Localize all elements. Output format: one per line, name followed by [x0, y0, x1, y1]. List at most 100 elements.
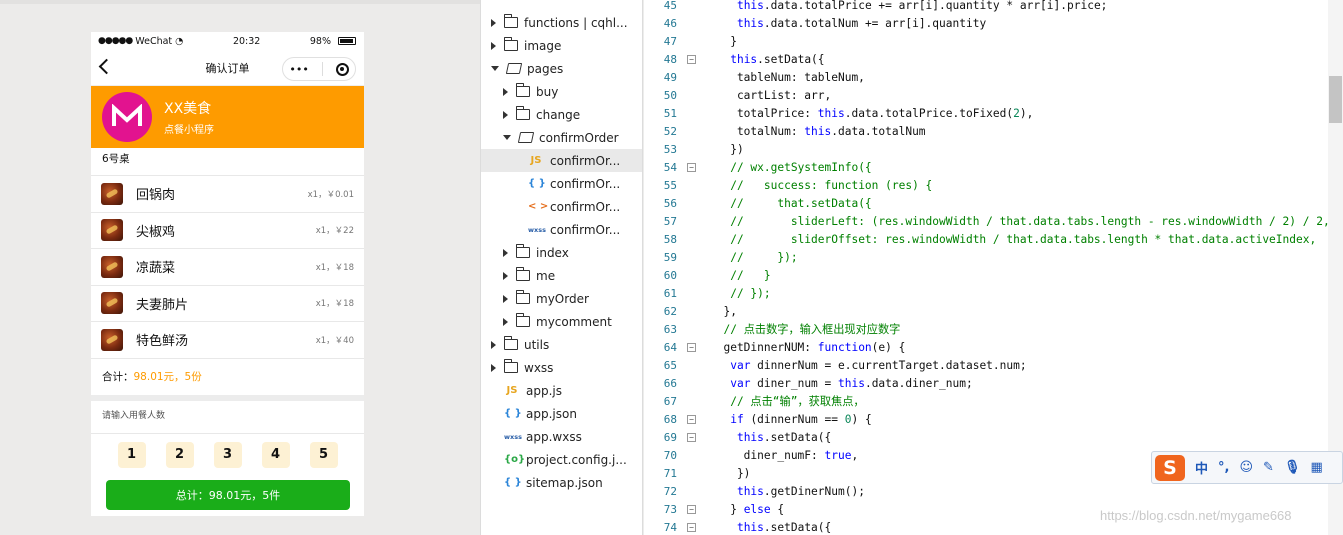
- tree-item[interactable]: functions | cqhl...: [481, 11, 642, 34]
- expand-caret-icon[interactable]: [503, 135, 511, 140]
- emoji-icon[interactable]: ☺: [1239, 460, 1253, 475]
- tree-item-label: pages: [527, 61, 564, 76]
- collapse-caret-icon[interactable]: [503, 317, 508, 326]
- fold-toggle-icon[interactable]: −: [687, 342, 696, 352]
- shop-subtitle: 点餐小程序: [164, 125, 214, 136]
- tree-item[interactable]: mycomment: [481, 310, 642, 333]
- tree-item-label: sitemap.json: [526, 475, 603, 490]
- code-line: 64− getDinnerNUM: function(e) {: [644, 338, 1343, 356]
- m-logo-icon: [112, 104, 142, 126]
- dish-row: 尖椒鸡 x1，￥22: [91, 213, 364, 249]
- tree-item[interactable]: JS confirmOr...: [481, 149, 642, 172]
- tree-item-label: app.js: [526, 383, 562, 398]
- tree-item[interactable]: image: [481, 34, 642, 57]
- collapse-caret-icon[interactable]: [491, 41, 496, 50]
- diner-count-input[interactable]: 请输入用餐人数: [91, 401, 364, 434]
- tree-item-label: app.wxss: [526, 429, 582, 444]
- tree-item[interactable]: wxss: [481, 356, 642, 379]
- code-line: 45 this.data.totalPrice += arr[i].quanti…: [644, 0, 1343, 14]
- diner-option-5[interactable]: 5: [309, 441, 338, 468]
- collapse-caret-icon[interactable]: [503, 294, 508, 303]
- dish-quantity-price: x1，￥0.01: [307, 189, 354, 200]
- code-line: 47 }: [644, 32, 1343, 50]
- dish-row: 特色鲜汤 x1，￥40: [91, 322, 364, 359]
- dish-row: 夫妻肺片 x1，￥18: [91, 286, 364, 322]
- dish-thumbnail: [101, 328, 123, 351]
- collapse-caret-icon[interactable]: [491, 363, 496, 372]
- diner-option-3[interactable]: 3: [213, 441, 242, 468]
- tree-item[interactable]: index: [481, 241, 642, 264]
- diner-option-1[interactable]: 1: [117, 441, 146, 468]
- tree-item[interactable]: { } confirmOr...: [481, 172, 642, 195]
- tree-item[interactable]: change: [481, 103, 642, 126]
- folder-icon: [515, 267, 530, 281]
- line-number: 64: [663, 340, 677, 354]
- fold-toggle-icon[interactable]: −: [687, 414, 696, 424]
- tree-item-label: myOrder: [536, 291, 589, 306]
- tree-item-label: confirmOr...: [550, 153, 621, 168]
- code-text: tableNum: tableNum,: [710, 70, 865, 84]
- dish-name: 夫妻肺片: [136, 297, 189, 313]
- collapse-caret-icon[interactable]: [491, 340, 496, 349]
- tree-item-label: functions | cqhl...: [524, 15, 628, 30]
- line-number: 60: [663, 268, 677, 282]
- tree-item[interactable]: wxss confirmOr...: [481, 218, 642, 241]
- mic-icon[interactable]: 🎙: [1284, 460, 1301, 475]
- fold-toggle-icon[interactable]: −: [687, 432, 696, 442]
- collapse-caret-icon[interactable]: [503, 87, 508, 96]
- punctuation-toggle[interactable]: °,: [1218, 460, 1229, 475]
- code-text: },: [710, 304, 737, 318]
- expand-caret-icon[interactable]: [491, 66, 499, 71]
- close-miniprogram-icon[interactable]: [335, 62, 349, 76]
- line-number: 59: [663, 250, 677, 264]
- collapse-caret-icon[interactable]: [503, 271, 508, 280]
- code-text: // wx.getSystemInfo({: [730, 160, 872, 174]
- tree-item[interactable]: buy: [481, 80, 642, 103]
- line-number: 74: [663, 520, 677, 534]
- collapse-caret-icon[interactable]: [491, 18, 496, 27]
- signal-icon: ●●●●●: [98, 36, 133, 46]
- code-text: // success: function (res) {: [730, 178, 933, 192]
- diner-option-4[interactable]: 4: [261, 441, 290, 468]
- ime-mode-toggle[interactable]: 中: [1195, 458, 1208, 477]
- tree-item[interactable]: pages: [481, 57, 642, 80]
- fold-toggle-icon[interactable]: −: [687, 522, 696, 532]
- grid-icon[interactable]: ▦: [1310, 460, 1322, 475]
- tree-item-label: confirmOr...: [550, 222, 621, 237]
- line-number: 66: [663, 376, 677, 390]
- editor-scrollbar-thumb[interactable]: [1329, 76, 1342, 123]
- tree-item[interactable]: utils: [481, 333, 642, 356]
- fold-toggle-icon[interactable]: −: [687, 162, 696, 172]
- tree-item-label: image: [524, 38, 562, 53]
- diner-number-picker: 1 2 3 4 5: [91, 434, 364, 468]
- diner-option-2[interactable]: 2: [165, 441, 194, 468]
- folder-icon: [515, 244, 530, 258]
- code-line: 62 },: [644, 302, 1343, 320]
- tree-item[interactable]: myOrder: [481, 287, 642, 310]
- dish-quantity-price: x1，￥18: [315, 299, 354, 310]
- line-number: 62: [663, 304, 677, 318]
- wifi-icon: ◔: [175, 35, 184, 47]
- code-line: 52 totalNum: this.data.totalNum: [644, 122, 1343, 140]
- code-text: // 点击数字，输入框出现对应数字: [723, 323, 901, 336]
- tree-item[interactable]: JS app.js: [481, 379, 642, 402]
- collapse-caret-icon[interactable]: [503, 248, 508, 257]
- tree-item[interactable]: { } sitemap.json: [481, 471, 642, 494]
- tree-item[interactable]: confirmOrder: [481, 126, 642, 149]
- sogou-logo-icon[interactable]: S: [1155, 454, 1185, 481]
- line-number: 53: [663, 142, 677, 156]
- dish-quantity-price: x1，￥40: [315, 335, 354, 346]
- tree-item[interactable]: {o} project.config.j...: [481, 448, 642, 471]
- tree-item[interactable]: me: [481, 264, 642, 287]
- code-line: 66 var diner_num = this.data.diner_num;: [644, 374, 1343, 392]
- tree-item[interactable]: wxss app.wxss: [481, 425, 642, 448]
- pen-icon[interactable]: ✎: [1263, 460, 1274, 475]
- tree-item[interactable]: { } app.json: [481, 402, 642, 425]
- confirm-order-button[interactable]: 总计：98.01元，5件: [106, 480, 350, 510]
- code-line: 49 tableNum: tableNum,: [644, 68, 1343, 86]
- fold-toggle-icon[interactable]: −: [687, 504, 696, 514]
- more-options-icon[interactable]: •••: [289, 63, 308, 76]
- collapse-caret-icon[interactable]: [503, 110, 508, 119]
- fold-toggle-icon[interactable]: −: [687, 54, 696, 64]
- tree-item[interactable]: < > confirmOr...: [481, 195, 642, 218]
